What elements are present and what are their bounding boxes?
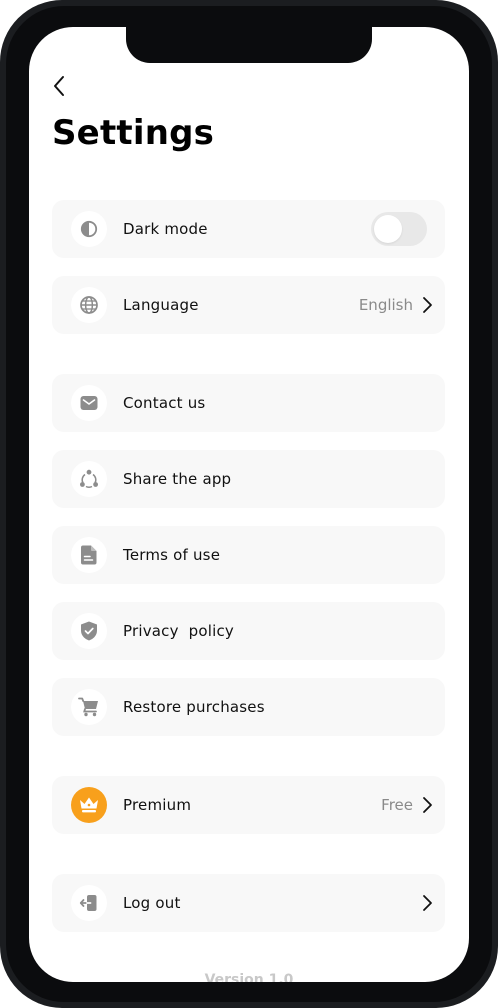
document-icon	[71, 537, 107, 573]
chevron-right-icon	[423, 797, 432, 813]
cart-icon	[71, 689, 107, 725]
globe-icon	[71, 287, 107, 323]
settings-item-label: Privacy policy	[123, 622, 235, 640]
back-button[interactable]	[47, 73, 71, 99]
chevron-right-icon	[423, 297, 432, 313]
language-value: English	[358, 296, 413, 314]
settings-screen: Settings Dark mode Language English Cont…	[29, 27, 469, 982]
settings-item-dark-mode[interactable]: Dark mode	[52, 200, 445, 258]
settings-item-privacy[interactable]: Privacy policy	[52, 602, 445, 660]
settings-item-terms[interactable]: Terms of use	[52, 526, 445, 584]
logout-icon	[71, 885, 107, 921]
shield-check-icon	[71, 613, 107, 649]
toggle-knob	[374, 215, 402, 243]
settings-item-label: Share the app	[123, 470, 232, 488]
settings-item-restore[interactable]: Restore purchases	[52, 678, 445, 736]
dark-mode-toggle[interactable]	[371, 212, 427, 246]
app-version: Version 1.0	[204, 972, 294, 982]
settings-item-label: Contact us	[123, 394, 206, 412]
settings-item-contact[interactable]: Contact us	[52, 374, 445, 432]
chevron-left-icon	[54, 76, 64, 96]
settings-item-label: Language	[123, 296, 199, 314]
share-icon	[71, 461, 107, 497]
settings-item-label: Log out	[123, 894, 181, 912]
phone-notch	[126, 27, 372, 63]
settings-item-label: Terms of use	[123, 546, 221, 564]
premium-status-value: Free	[381, 796, 413, 814]
settings-item-logout[interactable]: Log out	[52, 874, 445, 932]
phone-frame: Settings Dark mode Language English Cont…	[0, 0, 498, 1008]
crown-icon	[71, 787, 107, 823]
settings-item-premium[interactable]: Premium Free	[52, 776, 445, 834]
settings-item-language[interactable]: Language English	[52, 276, 445, 334]
chevron-right-icon	[423, 895, 432, 911]
settings-item-label: Dark mode	[123, 220, 208, 238]
page-title: Settings	[52, 113, 215, 153]
mail-icon	[71, 385, 107, 421]
settings-item-share[interactable]: Share the app	[52, 450, 445, 508]
contrast-icon	[71, 211, 107, 247]
settings-item-label: Restore purchases	[123, 698, 265, 716]
settings-item-label: Premium	[123, 796, 192, 814]
